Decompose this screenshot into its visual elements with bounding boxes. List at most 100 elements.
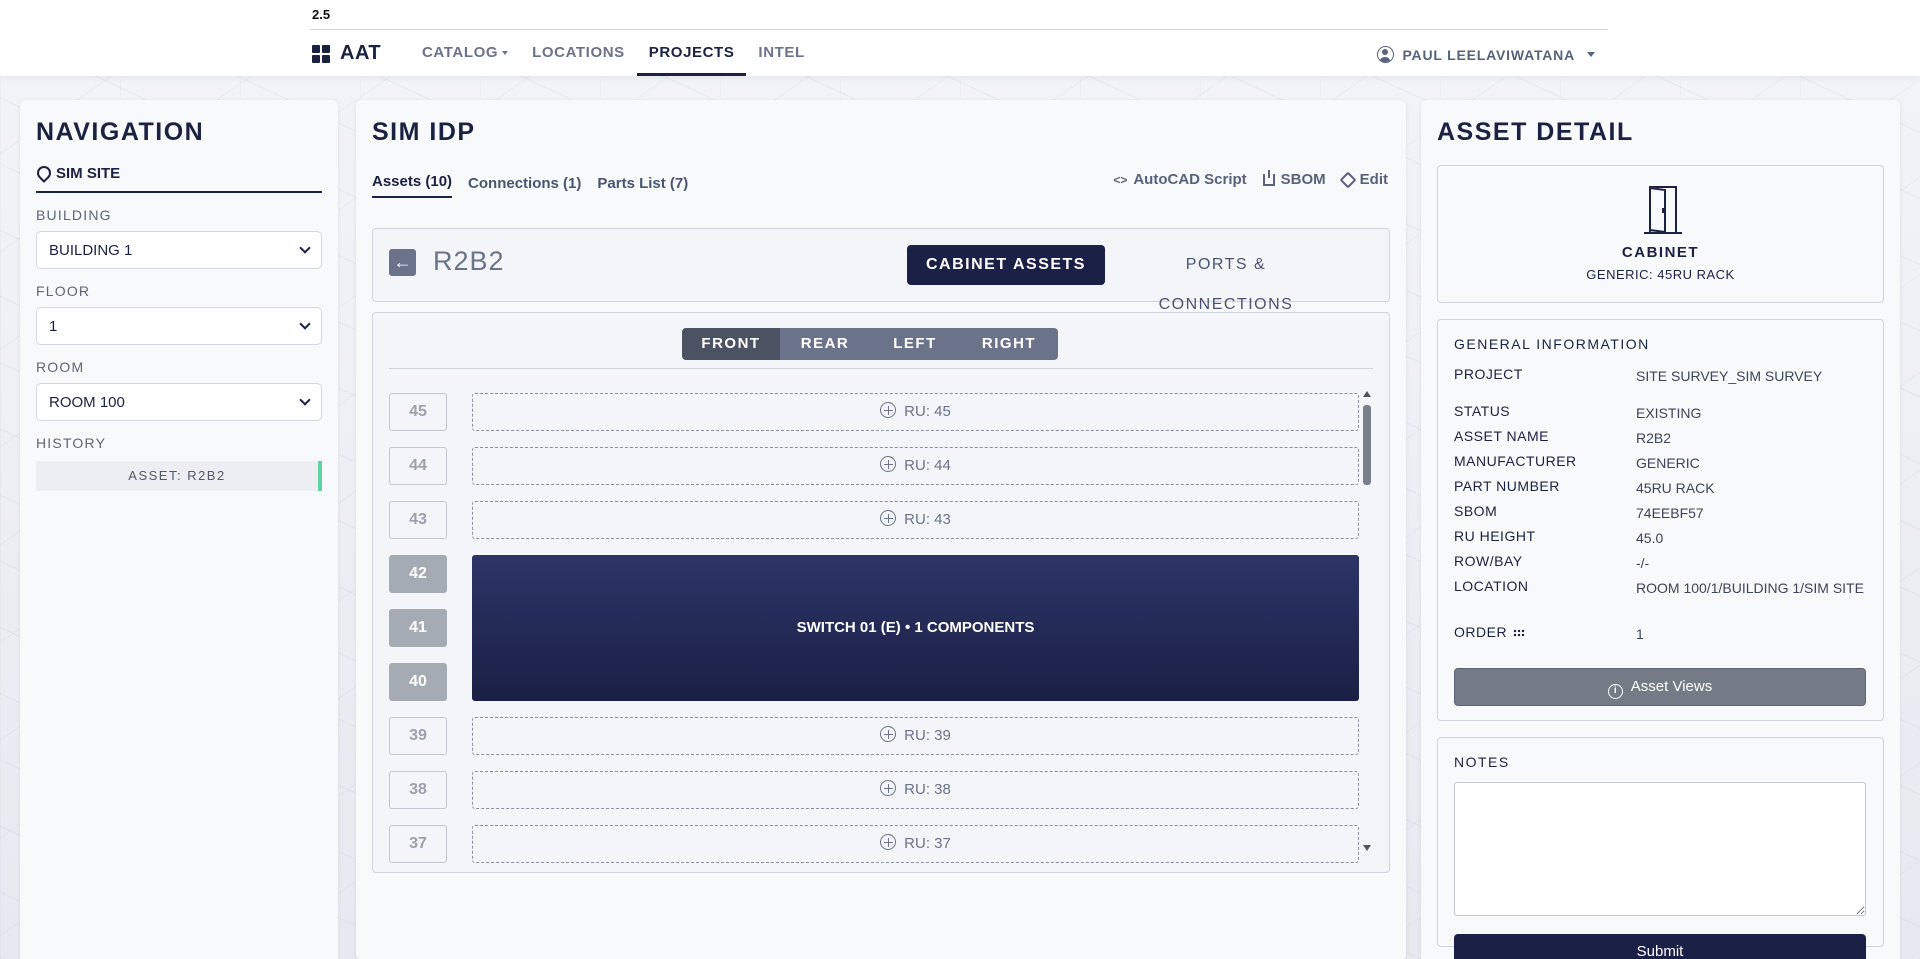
view-rear[interactable]: REAR: [780, 328, 870, 360]
ports-connections-button[interactable]: PORTS & CONNECTIONS: [1117, 245, 1335, 313]
site-name: SIM SITE: [56, 165, 121, 182]
plus-circle-icon: [880, 402, 897, 418]
door-cabinet-icon: [1643, 186, 1682, 234]
field-key: MANUFACTURER: [1454, 453, 1577, 469]
asset-views-button[interactable]: i Asset Views: [1454, 668, 1866, 706]
empty-ru-slot[interactable]: RU: 39: [472, 717, 1359, 755]
general-info-card: GENERAL INFORMATION PROJECT SITE SURVEY_…: [1437, 319, 1884, 721]
field-value: 74EEBF57: [1636, 505, 1704, 521]
history-item[interactable]: ASSET: R2B2: [36, 461, 322, 491]
notes-input[interactable]: [1454, 782, 1866, 916]
field-value: 45.0: [1636, 530, 1664, 546]
asset-detail-panel: ASSET DETAIL CABINET GENERIC: 45RU RACK …: [1421, 100, 1900, 959]
cabinet-name: R2B2: [433, 246, 505, 276]
cabinet-header: ← R2B2 CABINET ASSETS PORTS & CONNECTION…: [372, 228, 1390, 313]
grip-icon[interactable]: [1513, 629, 1526, 637]
plus-circle-icon: [880, 510, 897, 526]
rack-row: 38 RU: 38: [389, 771, 1359, 809]
field-value: EXISTING: [1636, 405, 1702, 421]
download-icon: [1262, 169, 1275, 186]
submit-button[interactable]: Submit: [1454, 934, 1866, 959]
field-value: SITE SURVEY_SIM SURVEY: [1636, 368, 1823, 384]
view-left[interactable]: LEFT: [870, 328, 960, 360]
view-right[interactable]: RIGHT: [960, 328, 1058, 360]
plus-circle-icon: [880, 834, 897, 850]
asset-subtype: GENERIC: 45RU RACK: [1586, 267, 1735, 282]
ru-number: 38: [389, 771, 447, 809]
top-navbar: 2.5 AAT CATALOG LOCATIONS PROJECTS INTEL…: [0, 0, 1920, 76]
slot-label: RU: 38: [904, 781, 951, 798]
room-value: ROOM 100: [49, 393, 125, 411]
main-nav: CATALOG LOCATIONS PROJECTS INTEL: [410, 30, 817, 76]
user-name: PAUL LEELAVIWATANA: [1402, 46, 1575, 63]
brand[interactable]: AAT: [312, 42, 381, 65]
caret-down-icon: [502, 51, 509, 56]
edit-label: Edit: [1359, 171, 1388, 188]
empty-ru-slot[interactable]: RU: 44: [472, 447, 1359, 485]
history-label: HISTORY: [36, 435, 107, 451]
plus-circle-icon: [880, 780, 897, 796]
slot-label: RU: 43: [904, 511, 951, 528]
field-value: ROOM 100/1/BUILDING 1/SIM SITE: [1636, 580, 1864, 596]
ru-number: 44: [389, 447, 447, 485]
tab-connections[interactable]: Connections (1): [468, 175, 581, 198]
nav-locations[interactable]: LOCATIONS: [520, 30, 637, 76]
switch-device[interactable]: SWITCH 01 (E) • 1 COMPONENTS: [472, 555, 1359, 701]
tab-assets[interactable]: Assets (10): [372, 173, 453, 198]
site-link[interactable]: SIM SITE: [36, 165, 322, 193]
floor-select[interactable]: 1: [36, 307, 322, 345]
view-front[interactable]: FRONT: [682, 328, 780, 360]
ru-number: 41: [389, 609, 447, 647]
field-value: 1: [1636, 626, 1644, 642]
plus-circle-icon: [880, 456, 897, 472]
asset-detail-title: ASSET DETAIL: [1437, 118, 1634, 146]
project-title: SIM IDP: [372, 118, 476, 146]
field-value: -/-: [1636, 555, 1650, 571]
tab-parts-list[interactable]: Parts List (7): [597, 175, 688, 198]
back-arrow-icon[interactable]: ←: [389, 249, 416, 276]
room-select[interactable]: ROOM 100: [36, 383, 322, 421]
ru-number: 42: [389, 555, 447, 593]
chevron-down-icon: [299, 318, 311, 330]
scroll-thumb[interactable]: [1363, 405, 1371, 485]
rack-row: 39 RU: 39: [389, 717, 1359, 755]
asset-views-label: Asset Views: [1630, 678, 1713, 695]
ru-number: 40: [389, 663, 447, 701]
scroll-down-icon[interactable]: [1363, 845, 1371, 851]
rack-view: FRONT REAR LEFT RIGHT 45 RU: 45 44 RU: 4…: [372, 312, 1390, 873]
divider: [389, 368, 1373, 369]
cabinet-assets-button[interactable]: CABINET ASSETS: [907, 245, 1105, 285]
scroll-up-icon[interactable]: [1363, 391, 1371, 397]
field-key: PART NUMBER: [1454, 478, 1560, 494]
rack-row: 37 RU: 37: [389, 825, 1359, 863]
ru-number: 37: [389, 825, 447, 863]
nav-projects[interactable]: PROJECTS: [636, 30, 747, 76]
user-menu[interactable]: PAUL LEELAVIWATANA: [1377, 46, 1595, 63]
rack-row: 43 RU: 43: [389, 501, 1359, 539]
app-version: 2.5: [312, 7, 331, 22]
slot-label: RU: 45: [904, 403, 951, 420]
apps-grid-icon: [312, 44, 330, 63]
nav-intel[interactable]: INTEL: [746, 30, 816, 76]
user-circle-icon: [1377, 46, 1395, 63]
edit-link[interactable]: Edit: [1339, 171, 1388, 188]
empty-ru-slot[interactable]: RU: 38: [472, 771, 1359, 809]
autocad-script-link[interactable]: AutoCAD Script: [1113, 171, 1246, 188]
sbom-label: SBOM: [1280, 171, 1326, 188]
building-select[interactable]: BUILDING 1: [36, 231, 322, 269]
room-label: ROOM: [36, 359, 85, 375]
brand-name: AAT: [340, 42, 382, 64]
caret-down-icon: [1587, 52, 1595, 57]
plus-circle-icon: [880, 726, 897, 742]
notes-title: NOTES: [1454, 754, 1510, 770]
empty-ru-slot[interactable]: RU: 37: [472, 825, 1359, 863]
empty-ru-slot[interactable]: RU: 45: [472, 393, 1359, 431]
rack-scrollbar[interactable]: [1363, 391, 1371, 851]
sbom-link[interactable]: SBOM: [1262, 169, 1326, 188]
field-key: SBOM: [1454, 503, 1498, 519]
floor-label: FLOOR: [36, 283, 91, 299]
empty-ru-slot[interactable]: RU: 43: [472, 501, 1359, 539]
field-key: LOCATION: [1454, 578, 1529, 594]
field-key: ASSET NAME: [1454, 428, 1549, 444]
nav-catalog[interactable]: CATALOG: [410, 30, 520, 76]
